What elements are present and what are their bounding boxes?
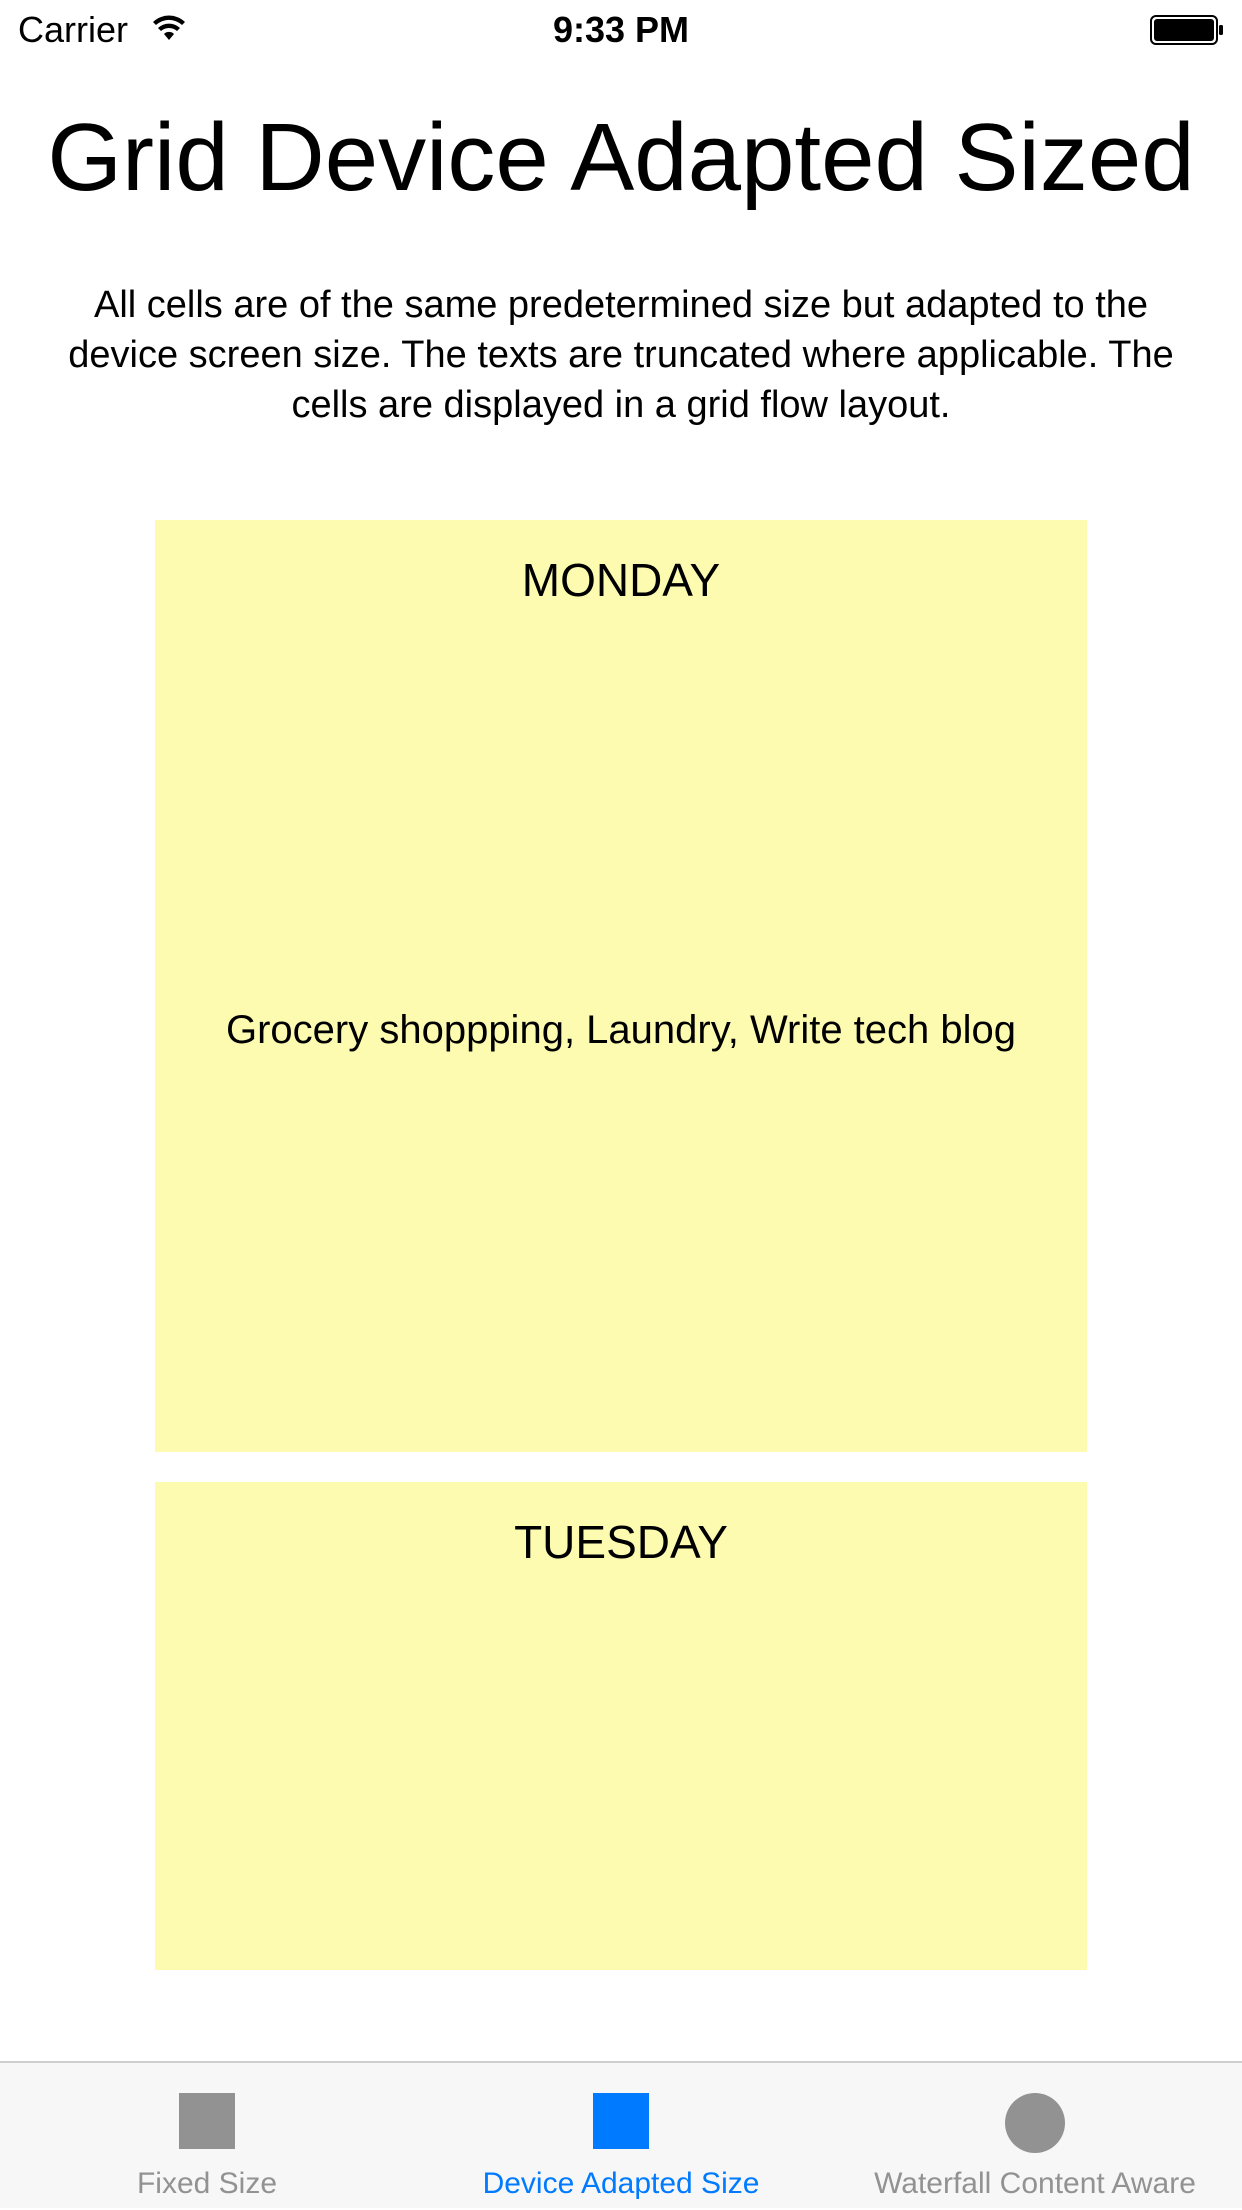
tab-bar: Fixed Size Device Adapted Size Waterfall… xyxy=(0,2061,1242,2208)
tab-label: Device Adapted Size xyxy=(482,2167,760,2200)
cell-day-label: TUESDAY xyxy=(514,1516,728,1568)
grid-cell-tuesday[interactable]: TUESDAY xyxy=(155,1482,1087,1970)
square-icon xyxy=(593,2093,649,2149)
grid-cell-monday[interactable]: MONDAY Grocery shoppping, Laundry, Write… xyxy=(155,520,1087,1452)
battery-full-icon xyxy=(1150,15,1223,45)
tab-label: Fixed Size xyxy=(136,2167,278,2200)
status-bar: Carrier 9:33 PM xyxy=(0,0,1242,60)
tab-fixed-size[interactable]: Fixed Size xyxy=(0,2063,414,2210)
tab-waterfall-content-aware[interactable]: Waterfall Content Aware xyxy=(828,2063,1242,2210)
square-icon xyxy=(179,2093,235,2149)
tab-label: Waterfall Content Aware xyxy=(874,2167,1196,2200)
circle-icon xyxy=(1005,2093,1065,2153)
cell-note: Grocery shoppping, Laundry, Write tech b… xyxy=(225,1008,1017,1052)
page-title: Grid Device Adapted Sized xyxy=(47,104,1195,211)
cell-day-label: MONDAY xyxy=(521,554,721,606)
page-description: All cells are of the same predetermined … xyxy=(68,284,1174,426)
tab-device-adapted-size[interactable]: Device Adapted Size xyxy=(414,2063,828,2210)
status-time: 9:33 PM xyxy=(552,9,690,50)
